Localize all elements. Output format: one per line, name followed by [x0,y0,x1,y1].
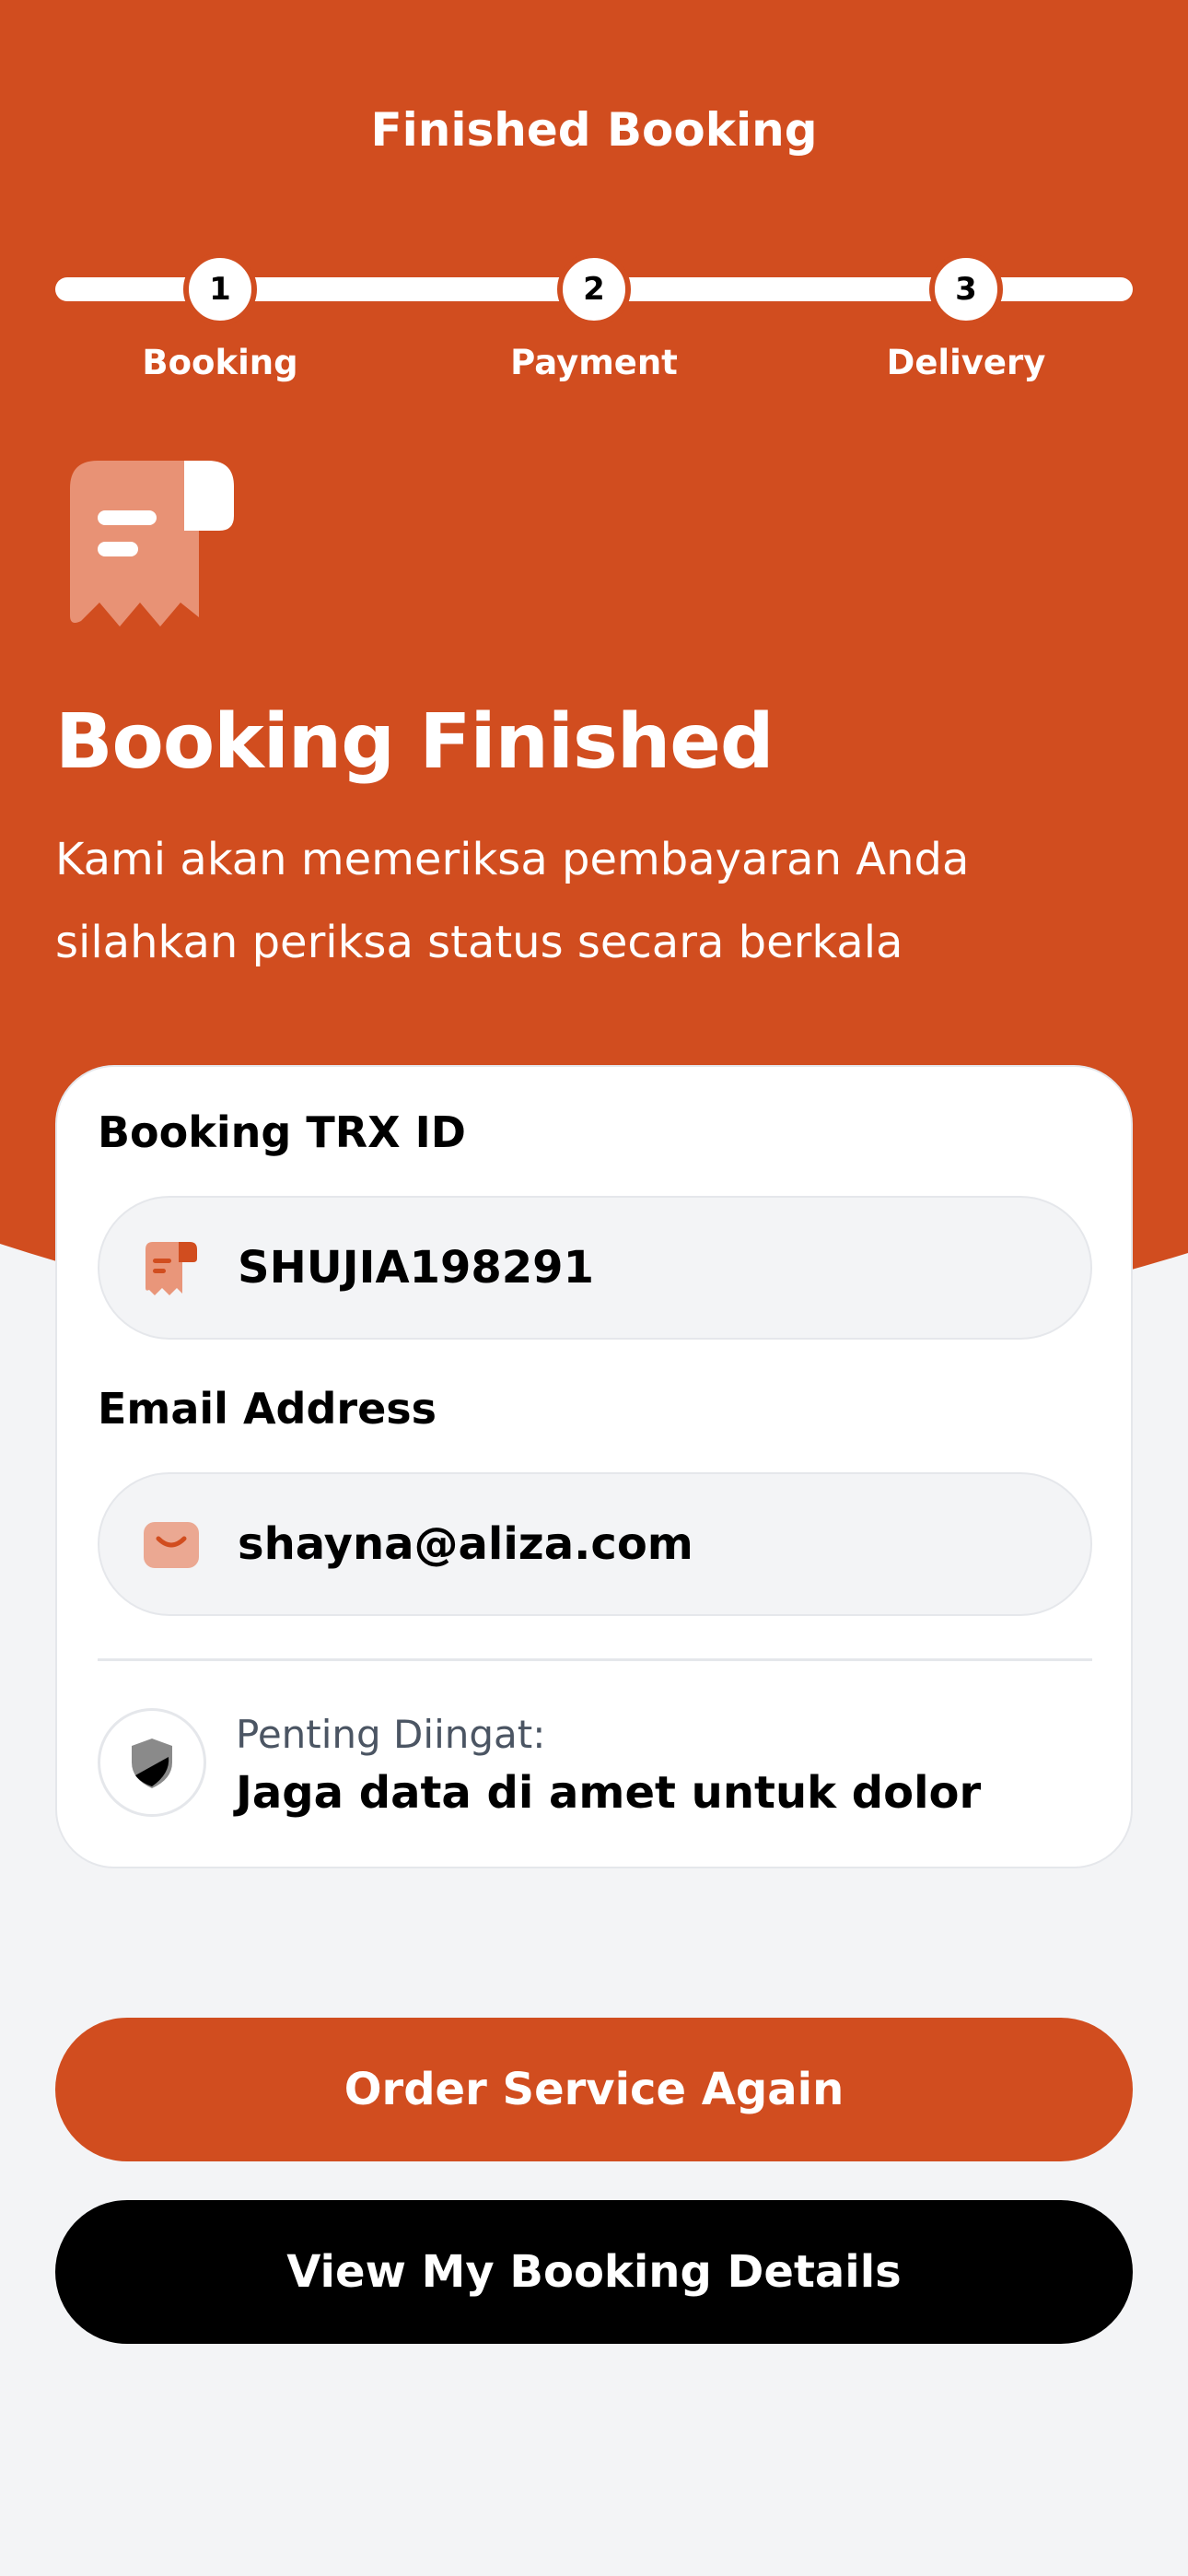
email-field[interactable]: shayna@aliza.com [98,1472,1092,1616]
receipt-icon [146,1242,197,1295]
note-title: Penting Diingat: [236,1712,546,1757]
trx-id-value: SHUJIA198291 [238,1242,594,1294]
hero-description: Kami akan memeriksa pembayaran Anda sila… [55,834,970,968]
shield-icon [132,1739,172,1788]
step-3-label: Delivery [886,343,1046,382]
email-label: Email Address [98,1384,437,1434]
email-value: shayna@aliza.com [238,1518,693,1570]
step-1-circle: 1 [183,252,257,326]
step-1-label: Booking [142,343,298,382]
page-title: Finished Booking [370,103,818,157]
note-badge [98,1708,206,1817]
receipt-icon [70,461,234,626]
booking-info-card: Booking TRX ID SHUJIA198291 Email Addres… [55,1065,1133,1868]
hero-title: Booking Finished [55,698,775,786]
step-2-label: Payment [510,343,678,382]
card-divider [98,1658,1092,1661]
booking-finished-screen: Finished Booking 1 2 3 Booking Payment D… [0,0,1188,2576]
note-text: Jaga data di amet untuk dolor [236,1767,982,1819]
step-2-circle: 2 [557,252,631,326]
mail-icon [144,1522,199,1568]
order-service-again-button[interactable]: Order Service Again [55,2018,1133,2161]
trx-id-field[interactable]: SHUJIA198291 [98,1196,1092,1340]
trx-id-label: Booking TRX ID [98,1107,466,1157]
step-3-circle: 3 [929,252,1003,326]
view-booking-details-button[interactable]: View My Booking Details [55,2200,1133,2344]
